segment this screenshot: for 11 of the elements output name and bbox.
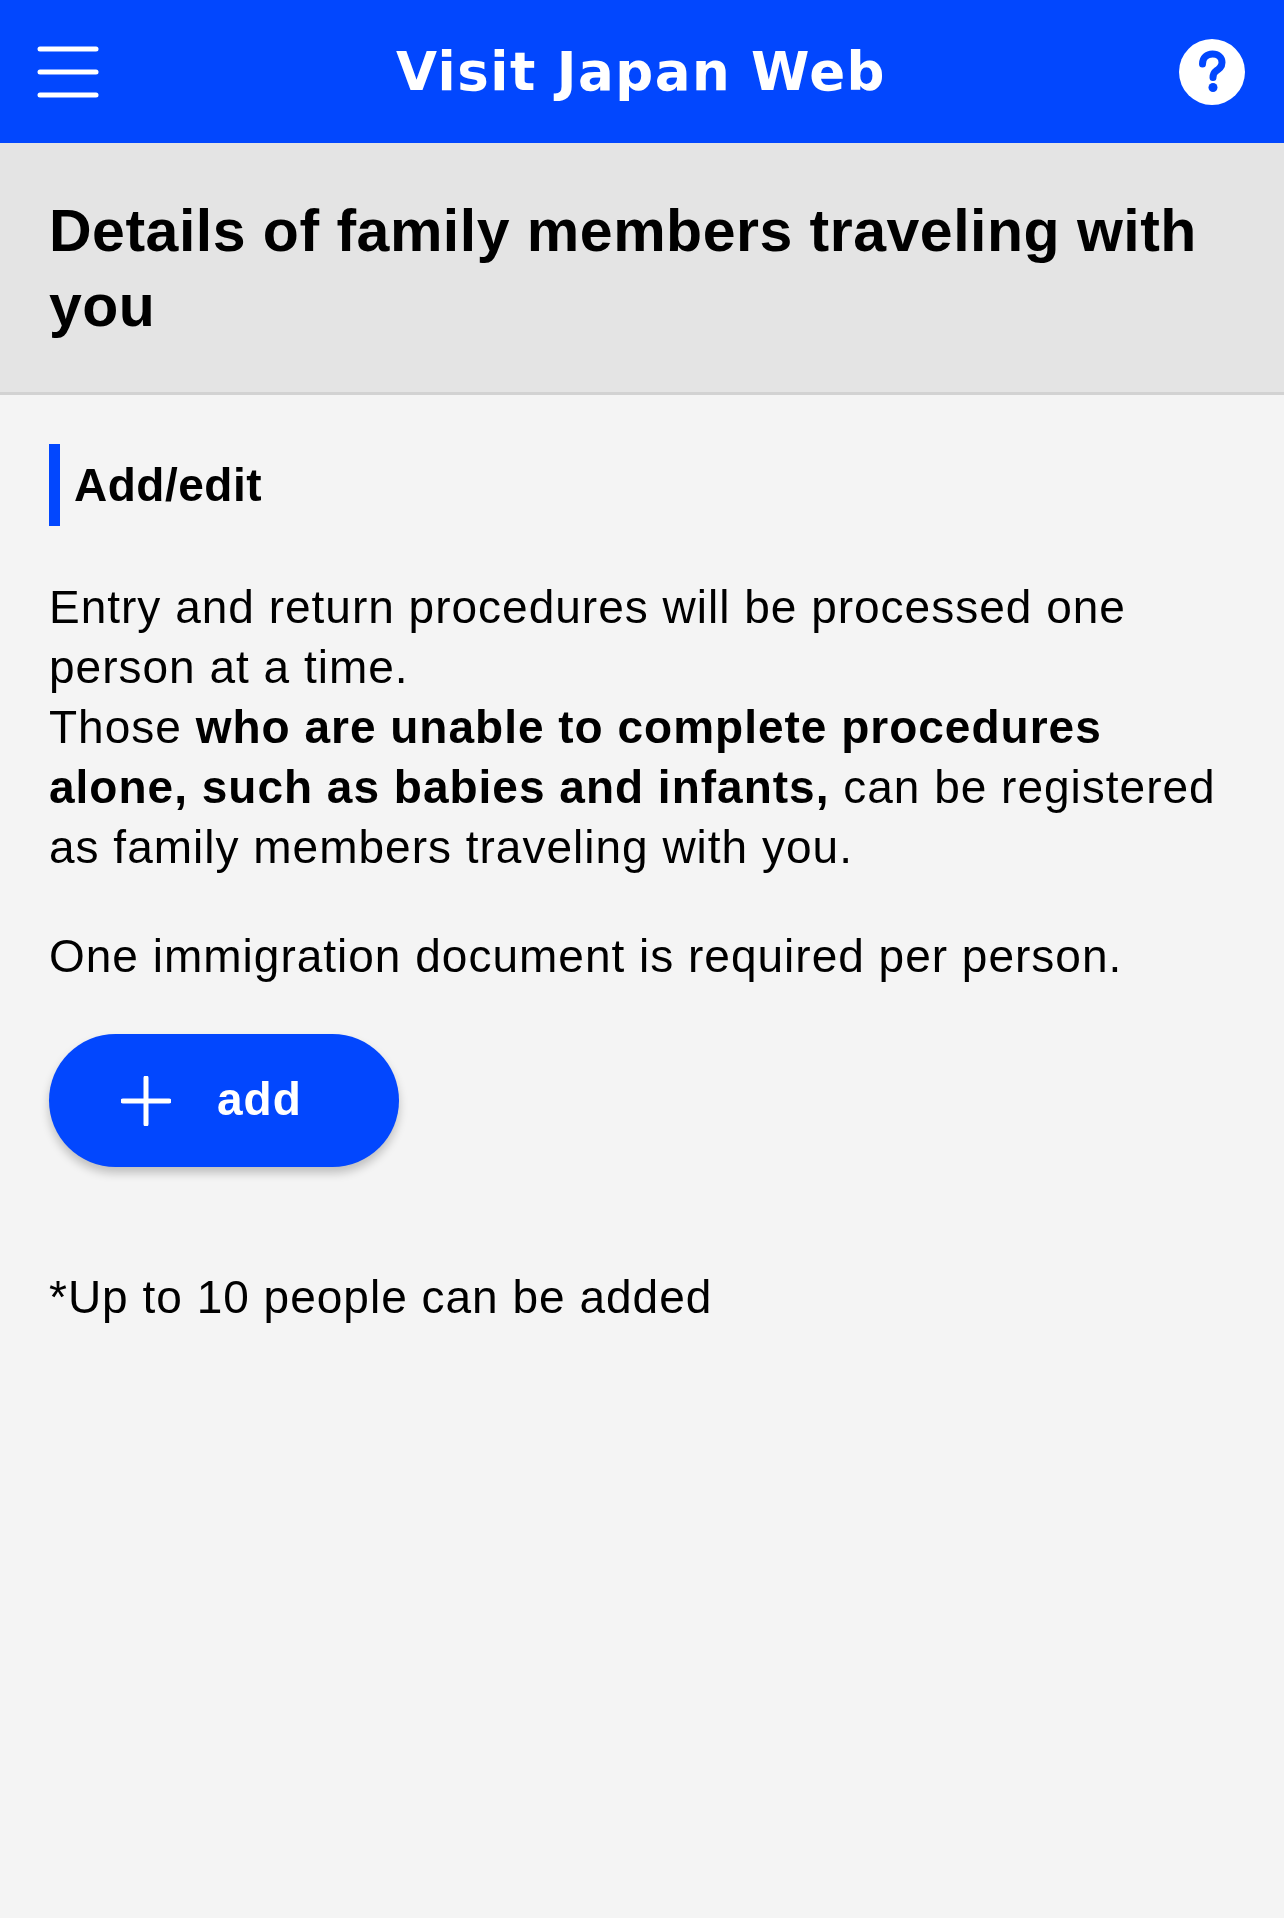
body-text: One immigration document is required per person.: [49, 929, 1124, 984]
app-title: Visit Japan Web: [395, 40, 887, 103]
body-text: Those who are unable to complete procedures alone, such as babies and infants, can be registered as family members traveling with you.: [49, 700, 1217, 875]
section-heading: Add/edit: [74, 458, 262, 513]
body-text: Entry and return procedures will be processed one person at a time.: [49, 580, 1127, 695]
add-button[interactable]: add: [49, 1034, 399, 1167]
limit-note: *Up to 10 people can be added: [49, 1270, 714, 1325]
menu-icon[interactable]: [37, 45, 99, 98]
plus-icon: [121, 1075, 171, 1126]
page-title: Details of family members traveling with you: [49, 197, 1198, 341]
help-icon[interactable]: [1179, 38, 1245, 105]
